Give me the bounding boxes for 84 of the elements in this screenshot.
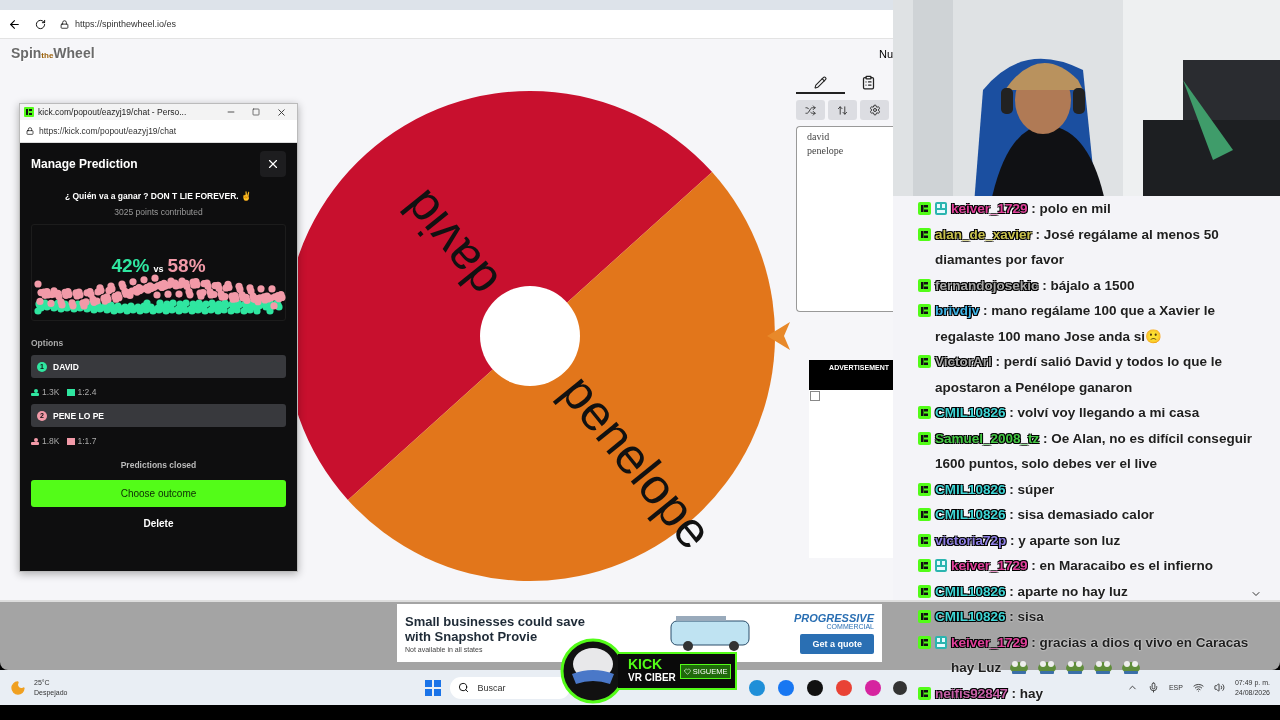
users-icon [31, 437, 39, 445]
options-label: Options [31, 338, 65, 348]
tool-button[interactable] [796, 100, 825, 120]
maximize-icon [252, 108, 260, 116]
clipboard-icon [861, 74, 877, 90]
percent-text: 42% [111, 255, 150, 277]
badge-icon [918, 406, 931, 420]
get-quote-button[interactable]: Get a quote [800, 634, 874, 654]
option-name: DAVID [53, 361, 79, 372]
chat-message: fernandojosekic : bájalo a 1500 [935, 276, 1135, 295]
search-icon [458, 682, 470, 693]
chat-message: VictorArl : perdí salió David y todos lo que le apostaron a Penélope ganaron [935, 353, 1224, 397]
tool-button[interactable] [860, 100, 889, 120]
channel-name: VR CIBER [628, 671, 676, 684]
app-icons-drawing[interactable] [748, 678, 909, 697]
chat-message: neifis92847 : hay [935, 684, 1044, 703]
chat-message: CMIL10826 : sisa demasiado calor [935, 506, 1155, 524]
chat-message: CMIL10826 : súper [935, 480, 1055, 499]
entries-field[interactable]: david penelope [796, 126, 893, 312]
close-button[interactable] [260, 151, 286, 177]
kick-favicon-icon [24, 107, 34, 117]
chat-message: keiver_1729 : en Maracaibo es el infierno [951, 557, 1213, 575]
chat-message: Samuel_2008_tz : Oe Alan, no es difícil conseguir 1600 puntos, solo debes ver el live [935, 429, 1253, 473]
heart-icon [683, 667, 691, 675]
ratio-icon [66, 388, 75, 396]
tool-button[interactable] [828, 100, 857, 120]
ad-headline: Small businesses could save [405, 613, 586, 629]
users-count: 1.8K [42, 436, 60, 446]
ad-headline: with Snapshot Provie [405, 628, 539, 644]
search-input[interactable]: Buscar [475, 681, 560, 694]
weather-icon [10, 679, 26, 696]
mic-icon[interactable] [1147, 682, 1159, 693]
badge-icon [918, 202, 931, 216]
badge-icon [918, 559, 931, 573]
vs-text: vs [153, 264, 164, 274]
badge-icon [918, 355, 931, 369]
pointer-icon [767, 322, 790, 350]
chat-message: CMIL10826 : sisa [935, 608, 1044, 626]
start-icon[interactable] [425, 679, 442, 696]
header-text: Nu [878, 48, 893, 60]
settings-icon [868, 104, 881, 116]
badge-icon [918, 508, 931, 522]
back-icon[interactable] [8, 17, 21, 31]
wifi-icon[interactable] [1192, 682, 1204, 693]
dialog-title: Manage Prediction [31, 157, 138, 171]
ad-brand: PROGRESSIVE [793, 612, 874, 624]
percent-text: 58% [167, 255, 206, 277]
badge-icon [918, 610, 931, 624]
chat-message: CMIL10826 : volví voy llegando a mi casa [935, 404, 1200, 422]
shuffle-icon [805, 104, 816, 116]
close-icon [266, 157, 280, 171]
ad-choices-icon[interactable] [810, 391, 820, 401]
chat-message: keiver_1729 : polo en mil [951, 200, 1111, 218]
ratio-text: 1:2.4 [77, 387, 97, 397]
pencil-icon [813, 75, 827, 89]
lock-icon [60, 19, 69, 29]
entry-text: david [807, 131, 831, 142]
window-title: kick.com/popout/eazyj19/chat - Perso... [38, 107, 188, 117]
option-name: PENE LO PE [53, 410, 104, 421]
volume-icon[interactable] [1213, 682, 1225, 693]
sort-icon [837, 104, 848, 116]
chat-message: brivdjv : mano regálame 100 que a Xavier le regalaste 100 mano Jose anda si🙁 [935, 302, 1216, 346]
site-logo[interactable]: Spin [11, 45, 42, 61]
site-logo[interactable]: the [41, 51, 54, 60]
lock-icon [26, 127, 34, 135]
search-field[interactable]: Buscar [450, 676, 571, 699]
address-field[interactable]: https://spinthewheel.io/es [75, 19, 177, 29]
prediction-question: ¿ Quién va a ganar ? DON T LIE FOREVER. ✌ [63, 191, 254, 201]
choose-outcome-button[interactable]: Choose outcome [31, 480, 286, 507]
close-icon [276, 106, 287, 118]
chat-message: alan_de_xavier : José regálame al menos 50 diamantes por favor [935, 225, 1220, 269]
status-text: Predictions closed [119, 460, 198, 470]
delete-button[interactable]: Delete [31, 513, 286, 533]
chat-message: CMIL10826 : aparte no hay luz [935, 582, 1128, 601]
site-logo[interactable]: Wheel [53, 45, 95, 61]
users-icon [31, 388, 39, 396]
points-text: 3025 points contributed [113, 207, 204, 217]
ratio-text: 1:1.7 [77, 436, 97, 446]
users-count: 1.3K [42, 387, 60, 397]
reload-icon[interactable] [35, 18, 46, 30]
ratio-icon [66, 437, 75, 445]
entry-text: penelope [807, 145, 845, 156]
badge-icon [918, 304, 931, 318]
chat-message: victoria72p : y aparte son luz [935, 531, 1121, 550]
